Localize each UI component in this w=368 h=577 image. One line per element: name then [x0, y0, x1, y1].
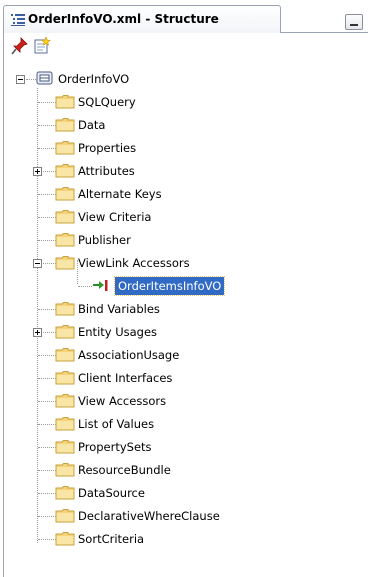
tree-row-child[interactable]: OrderItemsInfoVO: [0, 276, 368, 296]
folder-icon: [55, 486, 75, 500]
folder-icon: [55, 118, 75, 132]
folder-icon: [55, 371, 75, 385]
tree-row-root[interactable]: OrderInfoVO: [0, 69, 368, 89]
folder-icon: [55, 463, 75, 477]
folder-icon: [55, 256, 75, 270]
tree-row[interactable]: DataSource: [0, 483, 368, 503]
tree-connector: [38, 240, 56, 241]
tree-connector: [38, 309, 56, 310]
collapse-toggle[interactable]: [16, 75, 25, 84]
tree-row[interactable]: Attributes: [0, 161, 368, 181]
tree-row[interactable]: View Accessors: [0, 391, 368, 411]
tree-label: AssociationUsage: [78, 348, 180, 362]
tree-row[interactable]: AssociationUsage: [0, 345, 368, 365]
tree-connector: [38, 539, 56, 540]
folder-icon: [55, 210, 75, 224]
tree-connector: [38, 424, 56, 425]
tree-label: PropertySets: [78, 440, 152, 454]
structure-icon: [11, 14, 25, 26]
tree-label: SQLQuery: [78, 95, 136, 109]
tree-label: Bind Variables: [78, 302, 160, 316]
tree-row[interactable]: ResourceBundle: [0, 460, 368, 480]
tree-row[interactable]: Publisher: [0, 230, 368, 250]
tree-label: Alternate Keys: [78, 187, 162, 201]
tree-row[interactable]: View Criteria: [0, 207, 368, 227]
tree-label: DataSource: [78, 486, 145, 500]
new-item-icon[interactable]: [32, 36, 52, 56]
tab-underline: [281, 32, 368, 33]
tree-label: Client Interfaces: [78, 371, 173, 385]
tree-connector: [38, 516, 56, 517]
tree-connector: [38, 355, 56, 356]
tree-row[interactable]: ViewLink Accessors: [0, 253, 368, 273]
tree-label: List of Values: [78, 417, 155, 431]
folder-icon: [55, 187, 75, 201]
tree-row[interactable]: Data: [0, 115, 368, 135]
tree-label: ViewLink Accessors: [78, 256, 190, 270]
folder-icon: [55, 141, 75, 155]
tree-row[interactable]: List of Values: [0, 414, 368, 434]
tree-row[interactable]: DeclarativeWhereClause: [0, 506, 368, 526]
folder-icon: [55, 164, 75, 178]
tree-label: SortCriteria: [78, 532, 145, 546]
tree-connector: [38, 194, 56, 195]
tree-label: Data: [78, 118, 106, 132]
tree-label: ResourceBundle: [78, 463, 171, 477]
tree-row[interactable]: Entity Usages: [0, 322, 368, 342]
tree-connector: [38, 148, 56, 149]
tree-label: View Criteria: [78, 210, 152, 224]
tree-connector: [38, 217, 56, 218]
structure-pane: OrderInfoVO.xml - Structure OrderInfoVO …: [0, 0, 368, 577]
folder-icon: [55, 325, 75, 339]
tree-label: Entity Usages: [78, 325, 158, 339]
tree-label-root: OrderInfoVO: [58, 72, 130, 86]
tree-label-selected: OrderItemsInfoVO: [113, 276, 226, 296]
folder-icon: [55, 348, 75, 362]
folder-icon: [55, 302, 75, 316]
pin-icon[interactable]: [10, 36, 30, 56]
tree-row[interactable]: SortCriteria: [0, 529, 368, 549]
folder-icon: [55, 532, 75, 546]
tree-label: Publisher: [78, 233, 131, 247]
tree-row[interactable]: SQLQuery: [0, 92, 368, 112]
folder-icon: [55, 440, 75, 454]
tree-row[interactable]: Bind Variables: [0, 299, 368, 319]
view-link-accessor-icon: [93, 280, 108, 291]
view-object-icon: [36, 71, 53, 85]
collapse-toggle[interactable]: [33, 259, 42, 268]
tree-connector: [38, 401, 56, 402]
folder-icon: [55, 95, 75, 109]
folder-icon: [55, 509, 75, 523]
tree-label: Attributes: [78, 164, 135, 178]
folder-icon: [55, 233, 75, 247]
tree-connector: [38, 447, 56, 448]
expand-toggle[interactable]: [33, 167, 42, 176]
tree-row[interactable]: Alternate Keys: [0, 184, 368, 204]
tree-connector: [38, 493, 56, 494]
tree-connector: [38, 125, 56, 126]
structure-tab[interactable]: OrderInfoVO.xml - Structure: [3, 5, 281, 33]
tree-connector: [78, 286, 92, 287]
tree-label: Properties: [78, 141, 137, 155]
tree-row[interactable]: PropertySets: [0, 437, 368, 457]
tree-connector: [38, 470, 56, 471]
panel-title: OrderInfoVO.xml - Structure: [28, 12, 219, 26]
tree-connector: [38, 102, 56, 103]
folder-icon: [55, 394, 75, 408]
tree-row[interactable]: Properties: [0, 138, 368, 158]
folder-icon: [55, 417, 75, 431]
tab-strip: OrderInfoVO.xml - Structure: [0, 0, 368, 37]
tree-row[interactable]: Client Interfaces: [0, 368, 368, 388]
tree-connector: [38, 378, 56, 379]
tree-label: View Accessors: [78, 394, 167, 408]
tree-label: DeclarativeWhereClause: [78, 509, 220, 523]
expand-toggle[interactable]: [33, 328, 42, 337]
minimize-button[interactable]: [345, 14, 363, 30]
